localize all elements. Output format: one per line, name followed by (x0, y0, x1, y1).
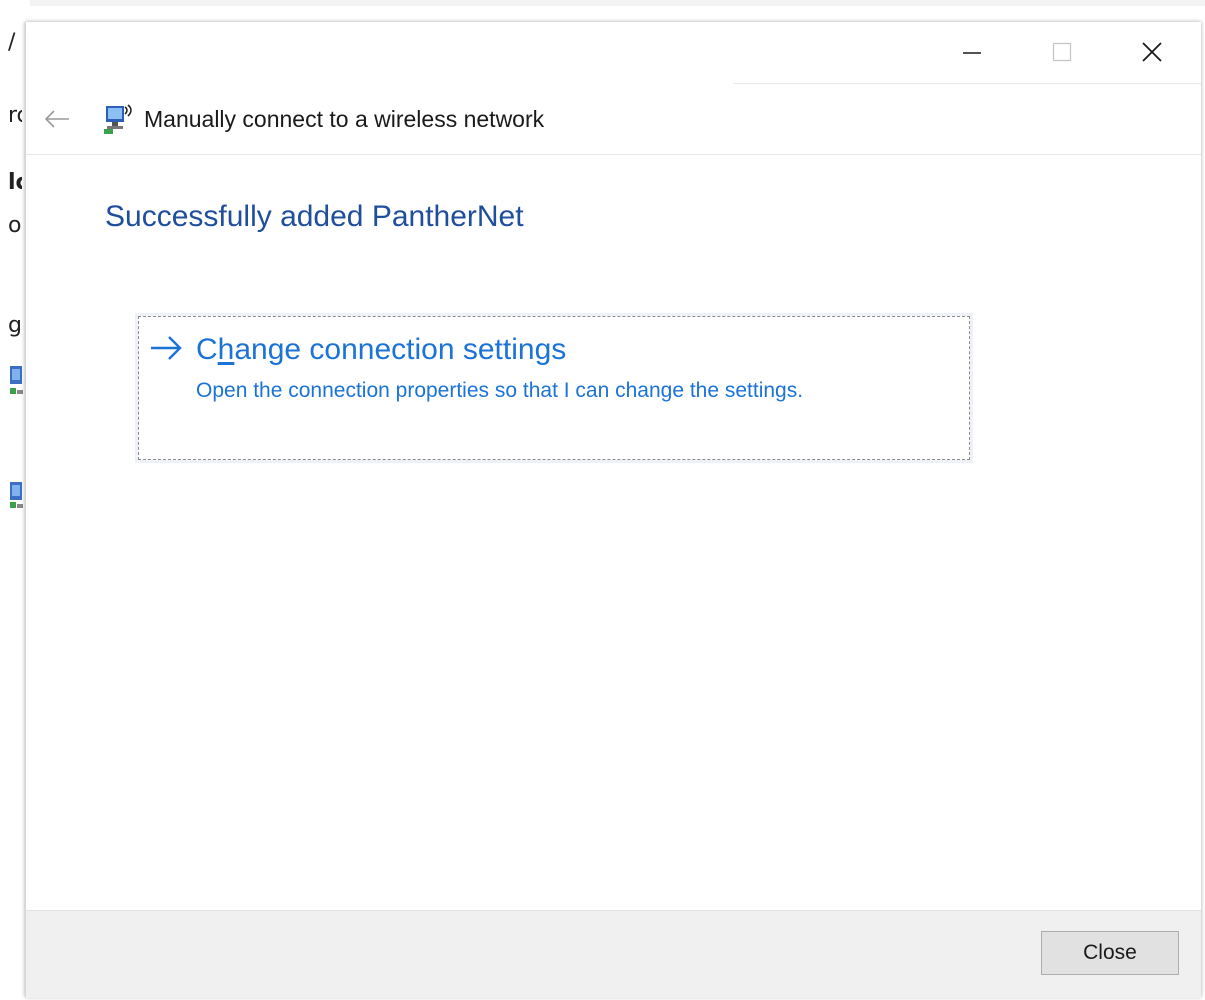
command-link-title-rest: ange connection settings (234, 333, 567, 366)
access-key-letter: h (217, 333, 235, 366)
wizard-header: Manually connect to a wireless network (26, 84, 1201, 155)
background-text-fragment: ge (8, 313, 22, 338)
back-button[interactable] (40, 102, 74, 136)
close-icon (1142, 42, 1162, 62)
arrow-right-icon (151, 336, 182, 360)
maximize-icon (1052, 42, 1072, 62)
background-network-icon (10, 482, 23, 508)
title-bar (26, 22, 1201, 84)
background-text-fragment: / (8, 30, 16, 55)
background-text-fragment: rc (8, 103, 22, 128)
background-text-fragment: oı (8, 213, 22, 238)
dialog-footer: Close (26, 910, 1201, 998)
page-heading: Successfully added PantherNet (105, 200, 524, 233)
command-link-title: Change connection settings (196, 330, 566, 370)
command-link-title-start: C (196, 333, 218, 366)
wireless-network-icon (104, 104, 132, 134)
minimize-icon (963, 52, 981, 54)
wizard-dialog: Manually connect to a wireless network S… (25, 22, 1201, 998)
screen: / rc lc oı ge (0, 0, 1205, 1000)
desktop-strip (0, 0, 1205, 6)
change-connection-settings-link[interactable]: Change connection settings Open the conn… (135, 313, 973, 463)
back-arrow-icon (44, 110, 69, 128)
close-button[interactable]: Close (1041, 931, 1179, 975)
background-text-fragment: lc (8, 170, 22, 195)
wizard-title: Manually connect to a wireless network (144, 106, 545, 132)
minimize-button[interactable] (926, 22, 1018, 82)
maximize-button[interactable] (1016, 22, 1108, 82)
command-link-description: Open the connection properties so that I… (196, 379, 804, 402)
background-network-icon (10, 366, 23, 394)
window-close-button[interactable] (1106, 22, 1198, 82)
